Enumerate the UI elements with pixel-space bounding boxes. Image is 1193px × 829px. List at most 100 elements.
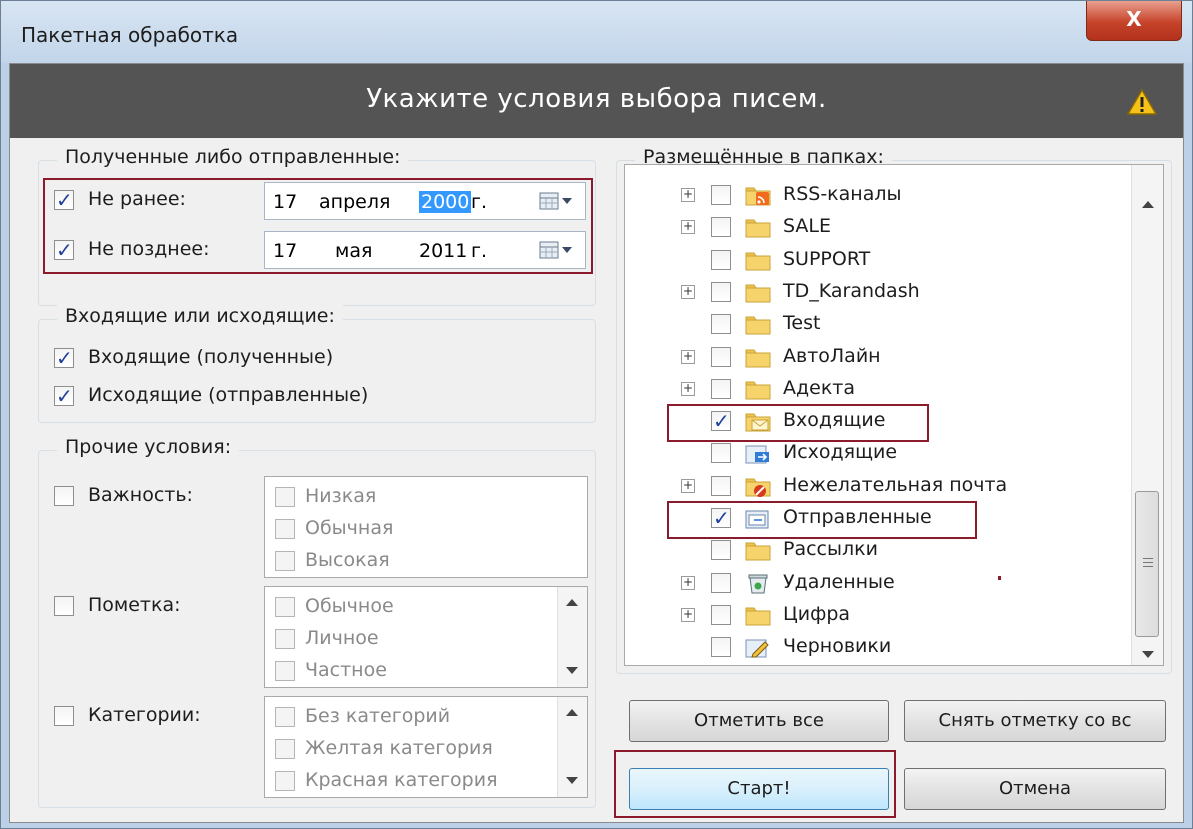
folder-row[interactable]: + TD_Karandash — [625, 277, 1130, 309]
flag-option: Обычное — [305, 595, 394, 617]
folder-icon — [745, 349, 771, 367]
expand-icon[interactable]: + — [681, 575, 695, 590]
folder-checkbox[interactable] — [711, 572, 731, 593]
category-option-checkbox[interactable] — [275, 707, 295, 727]
outgoing-label[interactable]: Исходящие (отправленные) — [88, 384, 368, 406]
folder-icon — [745, 381, 771, 400]
importance-list[interactable]: Низкая Обычная Высокая — [264, 476, 588, 578]
folder-row[interactable]: + Адекта — [625, 374, 1130, 406]
flag-option-checkbox[interactable] — [275, 629, 295, 649]
categories-list[interactable]: Без категорий Желтая категория Красная к… — [264, 696, 588, 798]
dialog-window: Пакетная обработка X Укажите условия выб… — [0, 0, 1193, 829]
not-later-day[interactable]: 17 — [273, 240, 297, 262]
clear-all-button[interactable]: Снять отметку со вс — [904, 700, 1166, 742]
not-earlier-checkbox[interactable] — [54, 188, 74, 212]
category-option: Желтая категория — [305, 737, 493, 759]
folder-tree-scrollbar[interactable] — [1131, 165, 1163, 665]
category-option: Без категорий — [305, 705, 451, 727]
expand-icon[interactable]: + — [681, 188, 695, 202]
date-range-caption: Полученные либо отправленные: — [57, 146, 409, 168]
categories-checkbox[interactable] — [54, 706, 74, 726]
outbox-icon — [745, 445, 769, 464]
sent-highlight — [667, 501, 977, 539]
select-all-button[interactable]: Отметить все — [629, 700, 889, 742]
not-later-date-picker[interactable]: 17 мая 2011 г. — [264, 231, 586, 269]
not-earlier-day[interactable]: 17 — [273, 191, 297, 213]
scroll-down-icon[interactable] — [1142, 651, 1154, 658]
flag-list-scrollbar[interactable] — [557, 587, 587, 687]
flag-label: Пометка: — [88, 594, 181, 616]
folder-row[interactable]: + RSS-каналы — [625, 180, 1130, 212]
not-earlier-year[interactable]: 2000 — [419, 191, 472, 213]
category-option-checkbox[interactable] — [275, 771, 295, 791]
expand-icon[interactable]: + — [681, 284, 695, 299]
folder-checkbox[interactable] — [711, 249, 731, 270]
scroll-down-icon[interactable] — [566, 777, 578, 784]
folder-checkbox[interactable] — [711, 637, 731, 658]
flag-option: Личное — [305, 627, 379, 649]
importance-option-checkbox[interactable] — [275, 487, 295, 507]
folder-checkbox[interactable] — [711, 475, 731, 496]
folder-checkbox[interactable] — [711, 443, 731, 464]
folder-row[interactable]: + Цифра — [625, 600, 1130, 632]
folder-checkbox[interactable] — [711, 185, 731, 205]
folder-row[interactable]: SUPPORT — [625, 245, 1130, 277]
folder-row[interactable]: + Удаленные — [625, 568, 1130, 600]
window-title: Пакетная обработка — [21, 23, 239, 47]
other-conditions-caption: Прочие условия: — [57, 436, 240, 458]
categories-list-scrollbar[interactable] — [557, 697, 587, 797]
category-option-checkbox[interactable] — [275, 739, 295, 759]
folder-row[interactable]: Исходящие — [625, 438, 1130, 470]
expand-icon[interactable]: + — [681, 478, 695, 493]
importance-checkbox[interactable] — [54, 486, 74, 506]
folder-row[interactable]: + АвтоЛайн — [625, 342, 1130, 374]
scroll-up-icon[interactable] — [1142, 201, 1154, 208]
outgoing-checkbox[interactable] — [54, 384, 74, 408]
folder-checkbox[interactable] — [711, 540, 731, 561]
not-earlier-label: Не ранее: — [88, 188, 186, 210]
not-earlier-month[interactable]: апреля — [319, 191, 390, 213]
scroll-down-icon[interactable] — [566, 667, 578, 674]
scroll-up-icon[interactable] — [566, 599, 578, 606]
start-button[interactable]: Старт! — [629, 768, 889, 810]
flag-list[interactable]: Обычное Личное Частное — [264, 586, 588, 688]
folder-checkbox[interactable] — [711, 217, 731, 238]
close-button[interactable]: X — [1086, 1, 1182, 41]
inbox-highlight — [667, 404, 929, 442]
not-later-year[interactable]: 2011 — [419, 240, 467, 262]
expand-icon[interactable]: + — [681, 607, 695, 622]
folder-row[interactable]: + SALE — [625, 212, 1130, 244]
expand-icon[interactable]: + — [681, 381, 695, 396]
folder-checkbox[interactable] — [711, 378, 731, 399]
importance-option-checkbox[interactable] — [275, 519, 295, 539]
folder-checkbox[interactable] — [711, 314, 731, 335]
folder-row[interactable]: Черновики — [625, 632, 1130, 664]
folder-checkbox[interactable] — [711, 604, 731, 625]
folder-row[interactable]: + Нежелательная почта — [625, 471, 1130, 503]
folder-label: Нежелательная почта — [783, 473, 1008, 496]
scroll-thumb[interactable] — [1135, 491, 1159, 637]
calendar-dropdown-icon[interactable] — [539, 240, 575, 260]
not-later-label: Не позднее: — [88, 238, 210, 260]
expand-icon[interactable]: + — [681, 349, 695, 364]
incoming-label[interactable]: Входящие (полученные) — [88, 346, 333, 368]
importance-option-checkbox[interactable] — [275, 551, 295, 571]
cancel-button[interactable]: Отмена — [904, 768, 1166, 810]
warning-icon — [1127, 88, 1157, 115]
folder-checkbox[interactable] — [711, 346, 731, 367]
not-later-checkbox[interactable] — [54, 238, 74, 262]
flag-option-checkbox[interactable] — [275, 597, 295, 617]
folder-icon — [745, 607, 771, 626]
folder-row[interactable]: Test — [625, 309, 1130, 341]
scroll-up-icon[interactable] — [566, 709, 578, 716]
title-bar[interactable]: Пакетная обработка X — [1, 1, 1192, 63]
expand-icon[interactable]: + — [681, 220, 695, 235]
not-earlier-date-picker[interactable]: 17 апреля 2000 г. — [264, 182, 586, 220]
not-later-month[interactable]: мая — [335, 240, 372, 262]
flag-checkbox[interactable] — [54, 596, 74, 616]
flag-option-checkbox[interactable] — [275, 661, 295, 681]
incoming-checkbox[interactable] — [54, 346, 74, 370]
folder-checkbox[interactable] — [711, 281, 731, 302]
folder-row[interactable]: Рассылки — [625, 535, 1130, 567]
calendar-dropdown-icon[interactable] — [539, 191, 575, 211]
